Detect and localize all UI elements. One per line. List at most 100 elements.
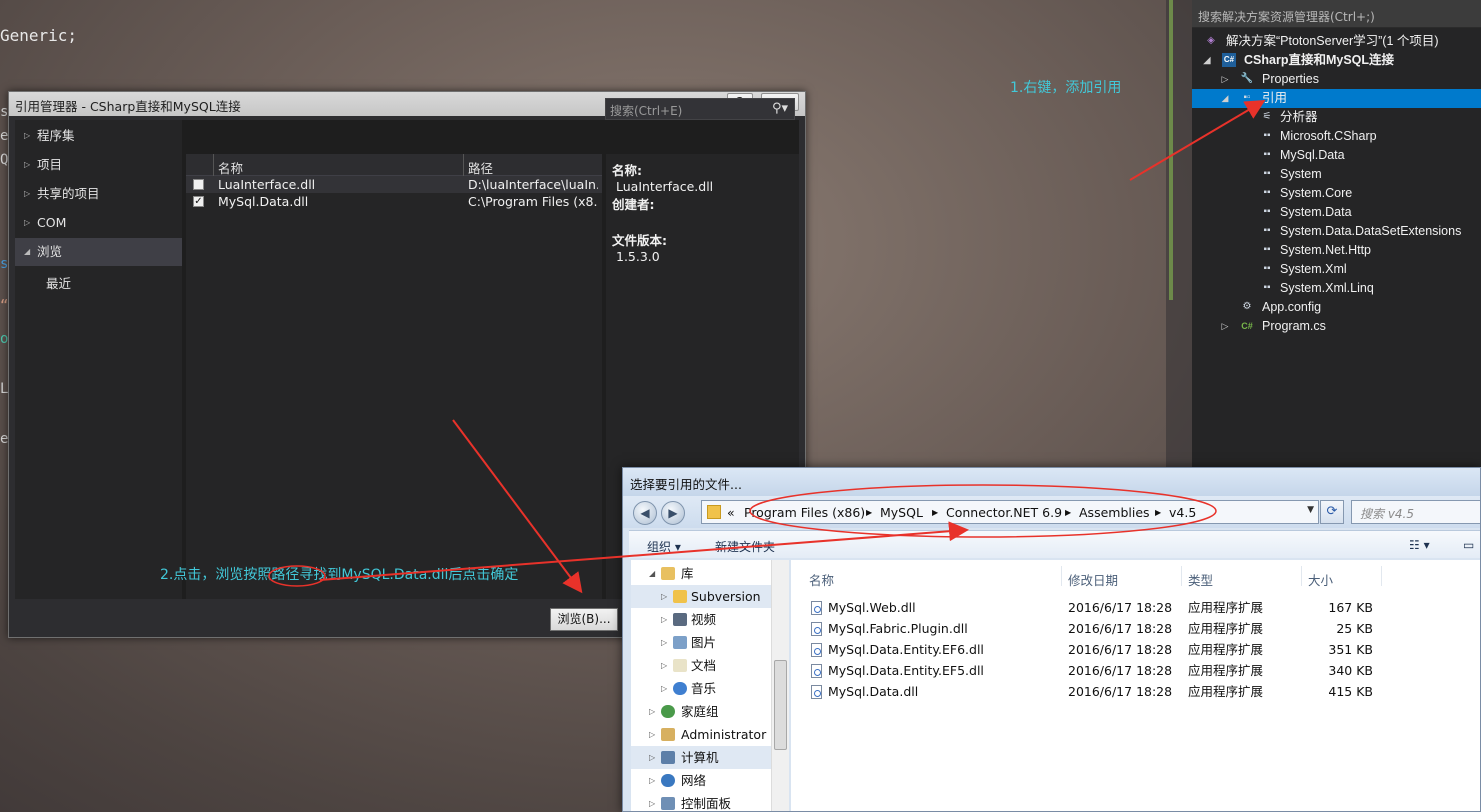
tree-project[interactable]: ◢ C# CSharp直接和MySQL连接 bbox=[1192, 51, 1481, 70]
expanded-arrow-icon[interactable]: ◢ bbox=[1220, 89, 1230, 108]
list-header: 名称 路径 bbox=[186, 154, 602, 176]
breadcrumb-item[interactable]: Connector.NET 6.9 bbox=[946, 505, 1062, 520]
expanded-arrow-icon[interactable]: ◢ bbox=[1202, 51, 1212, 70]
file-row[interactable]: MySql.Data.Entity.EF5.dll 2016/6/17 18:2… bbox=[791, 660, 1480, 681]
breadcrumb-item[interactable]: Assemblies bbox=[1079, 505, 1150, 520]
tree-item-properties[interactable]: ▷ 🔧 Properties bbox=[1192, 70, 1481, 89]
file-row[interactable]: MySql.Fabric.Plugin.dll 2016/6/17 18:28 … bbox=[791, 618, 1480, 639]
tree-item-network[interactable]: ▷ 网络 bbox=[631, 769, 789, 792]
collapsed-arrow-icon: ▷ bbox=[24, 160, 31, 169]
csharp-project-icon: C# bbox=[1222, 53, 1236, 67]
computer-icon bbox=[661, 751, 675, 764]
tree-item-administrator[interactable]: ▷ Administrator bbox=[631, 723, 789, 746]
browse-button[interactable]: 浏览(B)... bbox=[550, 608, 618, 631]
tree-item-reference[interactable]: ▪▪ Microsoft.CSharp bbox=[1192, 127, 1481, 146]
tree-item-reference[interactable]: ▪▪ System.Data bbox=[1192, 203, 1481, 222]
solution-search-input[interactable]: 搜索解决方案资源管理器(Ctrl+;) bbox=[1192, 0, 1481, 28]
user-folder-icon bbox=[661, 728, 675, 741]
column-name[interactable]: 名称 bbox=[218, 158, 243, 177]
column-type[interactable]: 类型 bbox=[1188, 570, 1213, 589]
navigation-bar: ◀ ▶ « Program Files (x86) ▶ MySQL ▶ Conn… bbox=[623, 496, 1480, 528]
category-projects[interactable]: ▷ 项目 bbox=[15, 151, 182, 179]
collapsed-arrow-icon[interactable]: ▷ bbox=[1220, 317, 1230, 336]
tree-item-library[interactable]: ◢ 库 bbox=[631, 562, 789, 585]
search-icon[interactable]: ⚲▾ bbox=[772, 101, 788, 116]
dll-file-icon bbox=[811, 685, 822, 699]
dll-file-icon bbox=[811, 601, 822, 615]
tree-item-program-cs[interactable]: ▷ C# Program.cs bbox=[1192, 317, 1481, 336]
chevron-down-icon[interactable]: ▼ bbox=[1307, 505, 1314, 515]
column-path[interactable]: 路径 bbox=[468, 158, 493, 177]
breadcrumb-item[interactable]: MySQL bbox=[880, 505, 923, 520]
csharp-file-icon: C# bbox=[1241, 321, 1253, 331]
tree-item-computer[interactable]: ▷ 计算机 bbox=[631, 746, 789, 769]
breadcrumb-overflow[interactable]: « bbox=[727, 505, 735, 520]
column-modified[interactable]: 修改日期 bbox=[1068, 570, 1118, 589]
back-icon[interactable]: ◀ bbox=[633, 501, 657, 525]
file-row[interactable]: MySql.Data.dll 2016/6/17 18:28 应用程序扩展 41… bbox=[791, 681, 1480, 702]
solution-explorer: 搜索解决方案资源管理器(Ctrl+;) ◈ 解决方案“PtotonServer学… bbox=[1192, 0, 1481, 470]
forward-icon[interactable]: ▶ bbox=[661, 501, 685, 525]
dll-file-icon bbox=[811, 643, 822, 657]
dialog-title: 选择要引用的文件... bbox=[630, 477, 742, 492]
view-options-icon[interactable]: ☷ ▾ bbox=[1409, 538, 1430, 552]
tree-item-reference[interactable]: ▪▪ System.Xml.Linq bbox=[1192, 279, 1481, 298]
address-bar[interactable]: « Program Files (x86) ▶ MySQL ▶ Connecto… bbox=[701, 500, 1319, 524]
reference-checkbox-checked[interactable]: ✓ bbox=[193, 196, 204, 207]
tree-item-homegroup[interactable]: ▷ 家庭组 bbox=[631, 700, 789, 723]
category-shared-projects[interactable]: ▷ 共享的项目 bbox=[15, 180, 182, 208]
picture-icon bbox=[673, 636, 687, 649]
tree-item-analyzers[interactable]: ⚟ 分析器 bbox=[1192, 108, 1481, 127]
column-size[interactable]: 大小 bbox=[1308, 570, 1333, 589]
tree-item-reference[interactable]: ▪▪ System.Net.Http bbox=[1192, 241, 1481, 260]
dialog-titlebar[interactable]: 选择要引用的文件... bbox=[623, 468, 1480, 496]
tree-item-subversion[interactable]: ▷ Subversion bbox=[631, 585, 789, 608]
tree-item-reference[interactable]: ▪▪ System.Data.DataSetExtensions bbox=[1192, 222, 1481, 241]
organize-button[interactable]: 组织 ▾ bbox=[647, 538, 681, 555]
folder-icon bbox=[707, 505, 721, 519]
tree-item-videos[interactable]: ▷ 视频 bbox=[631, 608, 789, 631]
collapsed-arrow-icon[interactable]: ▷ bbox=[1220, 70, 1230, 89]
analyzer-icon: ⚟ bbox=[1262, 111, 1272, 122]
category-assemblies[interactable]: ▷ 程序集 bbox=[15, 122, 182, 150]
music-icon bbox=[673, 682, 687, 695]
column-name[interactable]: 名称 bbox=[809, 570, 834, 589]
tree-item-documents[interactable]: ▷ 文档 bbox=[631, 654, 789, 677]
reference-search-input[interactable]: 搜索(Ctrl+E) ⚲▾ bbox=[605, 98, 795, 120]
category-browse[interactable]: ◢ 浏览 bbox=[15, 238, 182, 266]
tree-item-references[interactable]: ◢ ▪▫ 引用 bbox=[1192, 89, 1481, 108]
tree-item-reference[interactable]: ▪▪ System.Core bbox=[1192, 184, 1481, 203]
file-row[interactable]: MySql.Data.Entity.EF6.dll 2016/6/17 18:2… bbox=[791, 639, 1480, 660]
reference-row[interactable]: LuaInterface.dll D:\luaInterface\luaIn..… bbox=[186, 176, 602, 193]
tree-item-control-panel[interactable]: ▷ 控制面板 bbox=[631, 792, 789, 811]
reference-icon: ▪▪ bbox=[1263, 130, 1271, 141]
new-folder-button[interactable]: 新建文件夹 bbox=[715, 538, 775, 555]
annotation-step1: 1.右键，添加引用 bbox=[1010, 80, 1122, 96]
tree-item-music[interactable]: ▷ 音乐 bbox=[631, 677, 789, 700]
breadcrumb-item[interactable]: Program Files (x86) bbox=[744, 505, 865, 520]
annotation-step2: 2.点击，浏览按照路径寻找到MySQL.Data.dll后点击确定 bbox=[160, 567, 519, 583]
reference-checkbox[interactable] bbox=[193, 179, 204, 190]
reference-row[interactable]: ✓ MySql.Data.dll C:\Program Files (x8... bbox=[186, 193, 602, 210]
tree-item-reference[interactable]: ▪▪ System bbox=[1192, 165, 1481, 184]
tree-item-reference[interactable]: ▪▪ MySql.Data bbox=[1192, 146, 1481, 165]
tree-item-app-config[interactable]: ⚙ App.config bbox=[1192, 298, 1481, 317]
refresh-icon[interactable]: ⟳ bbox=[1320, 500, 1344, 524]
wrench-icon: 🔧 bbox=[1240, 73, 1254, 84]
scrollbar-thumb[interactable] bbox=[774, 660, 787, 750]
tree-scrollbar[interactable] bbox=[771, 560, 789, 811]
tree-item-pictures[interactable]: ▷ 图片 bbox=[631, 631, 789, 654]
file-search-input[interactable]: 搜索 v4.5 bbox=[1351, 500, 1480, 524]
collapsed-arrow-icon: ▷ bbox=[24, 189, 31, 198]
tree-solution[interactable]: ◈ 解决方案“PtotonServer学习”(1 个项目) bbox=[1192, 32, 1481, 51]
reference-icon: ▪▪ bbox=[1263, 168, 1271, 179]
dialog-title: 引用管理器 - CSharp直接和MySQL连接 bbox=[15, 99, 241, 114]
dll-file-icon bbox=[811, 664, 822, 678]
category-com[interactable]: ▷ COM bbox=[15, 209, 182, 237]
tree-item-reference[interactable]: ▪▪ System.Xml bbox=[1192, 260, 1481, 279]
breadcrumb-item[interactable]: v4.5 bbox=[1169, 505, 1196, 520]
category-recent[interactable]: 最近 bbox=[15, 270, 182, 298]
video-icon bbox=[673, 613, 687, 626]
preview-pane-icon[interactable]: ▭ bbox=[1463, 538, 1474, 552]
file-row[interactable]: MySql.Web.dll 2016/6/17 18:28 应用程序扩展 167… bbox=[791, 597, 1480, 618]
